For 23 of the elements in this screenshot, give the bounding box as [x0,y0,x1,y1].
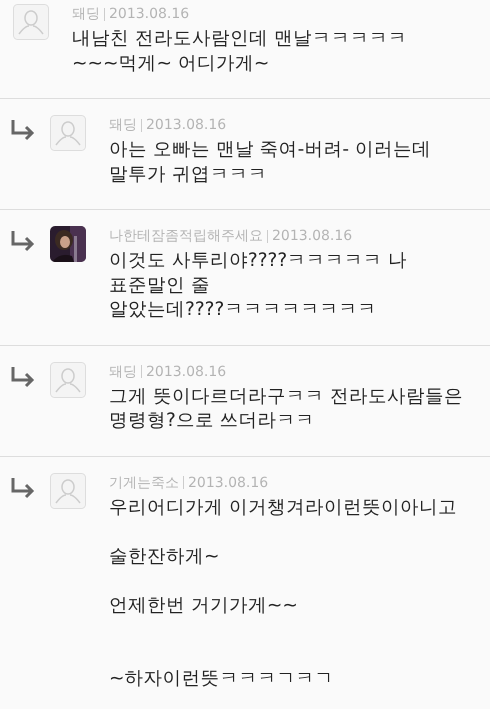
reply-arrow-icon [10,230,36,252]
comment-date: 2013.08.16 [272,228,352,244]
reply-arrow-icon [10,366,36,388]
avatar-icon [50,362,86,398]
author-name[interactable]: 돼딩 [109,116,137,134]
comment-text: 이것도 사투리야????ㅋㅋㅋㅋㅋ 나 표준말인 줄 알았는데????ㅋㅋㅋㅋㅋㅋㅋㅋ [109,249,408,322]
comment-text: 아는 오빠는 맨날 죽여-버려- 이러는데 말투가 귀엽ㅋㅋㅋ [109,138,432,186]
comment-date: 2013.08.16 [146,117,226,133]
author-name[interactable]: 돼딩 [109,362,137,380]
author-name[interactable]: 기게는죽소 [109,474,179,492]
comment-text: 우리어디가게 이거챙겨라이런뜻이아니고 술한잔하게~ 언제한번 거기가게~~ ~하자이런뜻ㅋㅋㅋㄱㅋㄱ [109,496,458,691]
comment-text: 그게 뜻이다르더라구ㅋㅋ 전라도사람들은 명령형?으로 쓰더라ㅋㅋ [109,384,464,433]
comment-date: 2013.08.16 [188,474,268,490]
reply-arrow-icon [10,476,36,498]
comment-date: 2013.08.16 [109,6,190,22]
author-name[interactable]: 나한테잠좀적립해주세요 [109,227,263,245]
avatar-icon [13,4,49,40]
avatar-icon [50,115,86,151]
comment-date: 2013.08.16 [146,364,226,380]
reply-arrow-icon [10,119,36,141]
comment-text: 내남친 전라도사람인데 맨날ㅋㅋㅋㅋㅋ ~~~먹게~ 어디가게~ [72,27,408,76]
avatar-icon [50,472,86,508]
author-name[interactable]: 돼딩 [72,5,100,23]
